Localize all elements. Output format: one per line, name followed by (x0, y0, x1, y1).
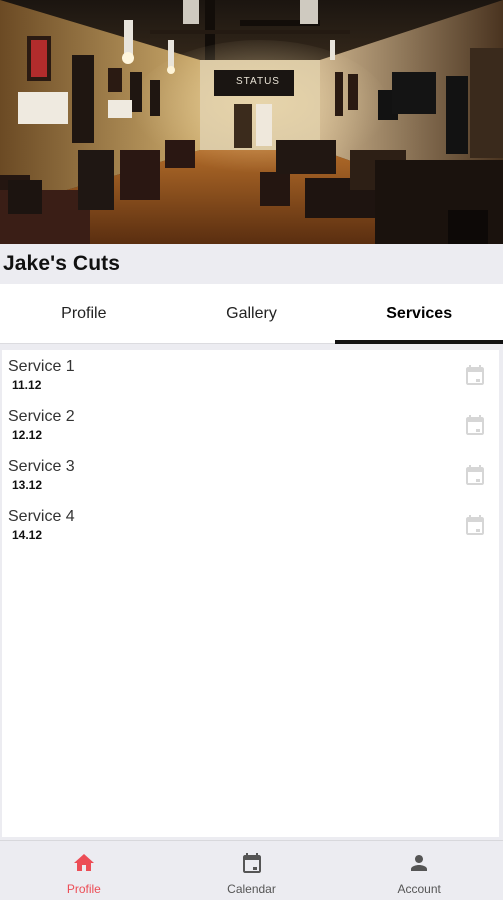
calendar-icon[interactable] (463, 413, 487, 437)
barbershop-photo: STATUS (0, 0, 503, 244)
service-value: 12.12 (12, 428, 43, 442)
profile-tabs: Profile Gallery Services (0, 284, 503, 344)
service-value: 14.12 (12, 528, 43, 542)
nav-label: Profile (66, 882, 101, 896)
bottom-nav: Profile Calendar Account (0, 840, 503, 900)
service-value: 13.12 (12, 478, 43, 492)
services-list: Service 1 11.12 Service 2 12.12 Service … (2, 350, 499, 837)
home-icon (73, 854, 94, 871)
calendar-icon (242, 853, 261, 873)
service-name: Service 3 (8, 458, 75, 475)
nav-label: Calendar (227, 882, 276, 896)
list-item[interactable]: Service 4 14.12 (2, 500, 499, 550)
tab-profile[interactable]: Profile (0, 284, 168, 343)
nav-account[interactable]: Account (335, 841, 503, 900)
service-name: Service 2 (8, 408, 75, 425)
nav-label: Account (397, 882, 441, 896)
list-item[interactable]: Service 1 11.12 (2, 350, 499, 400)
shop-title-bar: Jake's Cuts (0, 244, 503, 284)
service-value: 11.12 (12, 378, 42, 392)
nav-profile[interactable]: Profile (0, 841, 168, 900)
nav-calendar[interactable]: Calendar (168, 841, 336, 900)
service-name: Service 4 (8, 508, 75, 525)
calendar-icon[interactable] (463, 513, 487, 537)
tab-services[interactable]: Services (335, 284, 503, 344)
calendar-icon[interactable] (463, 363, 487, 387)
list-item[interactable]: Service 3 13.12 (2, 450, 499, 500)
list-item[interactable]: Service 2 12.12 (2, 400, 499, 450)
tab-gallery[interactable]: Gallery (168, 284, 336, 343)
service-name: Service 1 (8, 358, 75, 375)
calendar-icon[interactable] (463, 463, 487, 487)
hero-image: STATUS (0, 0, 503, 244)
person-icon (411, 855, 428, 871)
shop-name: Jake's Cuts (3, 252, 120, 275)
svg-text:STATUS: STATUS (236, 76, 280, 87)
